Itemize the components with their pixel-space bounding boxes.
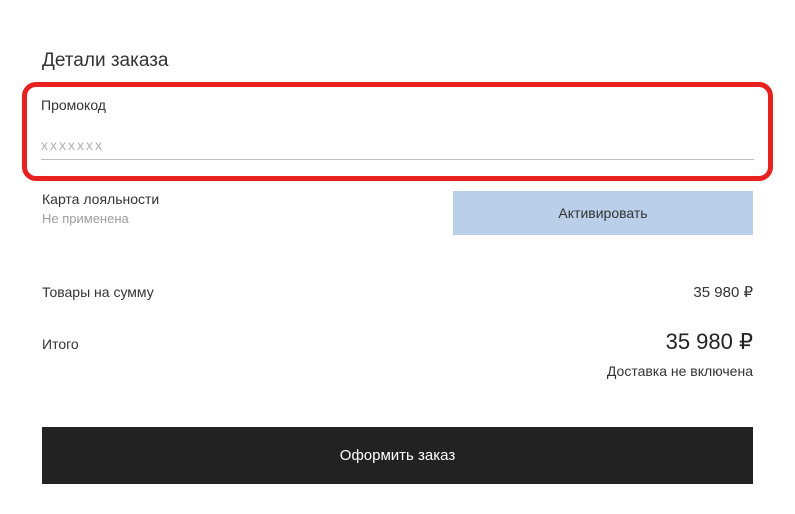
total-row: Итого 35 980 ₽ <box>42 329 753 355</box>
loyalty-label: Карта лояльности <box>42 191 159 207</box>
total-label: Итого <box>42 336 79 352</box>
items-summary-row: Товары на сумму 35 980 ₽ <box>42 283 753 301</box>
items-value: 35 980 ₽ <box>693 283 753 301</box>
delivery-note: Доставка не включена <box>42 363 753 379</box>
checkout-button[interactable]: Оформить заказ <box>42 427 753 484</box>
section-title: Детали заказа <box>42 50 753 72</box>
activate-button[interactable]: Активировать <box>453 191 753 235</box>
loyalty-section: Карта лояльности Не применена Активирова… <box>42 191 753 235</box>
loyalty-status: Не применена <box>42 211 159 226</box>
items-label: Товары на сумму <box>42 284 154 300</box>
promo-section: Промокод <box>22 82 773 181</box>
promo-label: Промокод <box>41 97 754 113</box>
promo-input[interactable] <box>41 131 754 160</box>
total-value: 35 980 ₽ <box>666 329 753 355</box>
